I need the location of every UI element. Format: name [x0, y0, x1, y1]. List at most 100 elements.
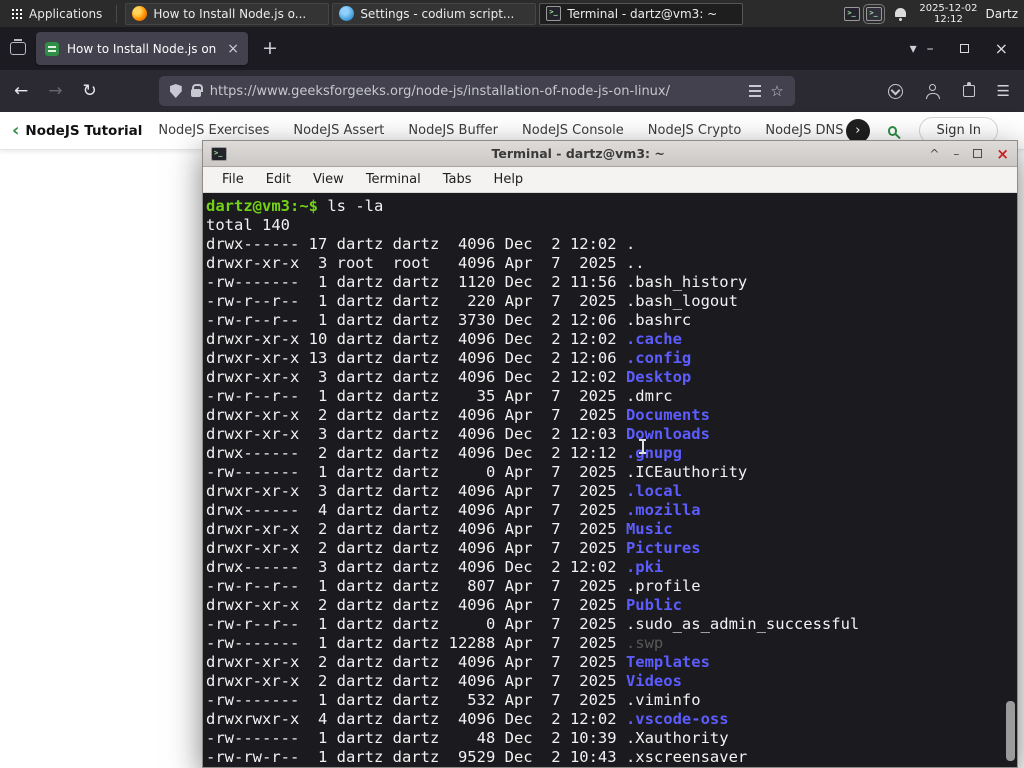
terminal-line: -rw-r--r-- 1 dartz dartz 3730 Dec 2 12:0… — [206, 311, 692, 329]
nav-item[interactable]: NodeJS DNS — [765, 123, 843, 138]
minimize-icon[interactable]: – — [927, 41, 934, 57]
terminal-lines: total 140 drwx------ 17 dartz dartz 4096 … — [206, 216, 1017, 767]
clock-time: 12:12 — [933, 13, 963, 25]
terminal-line: -rw-r--r-- 1 dartz dartz 807 Apr 7 2025 … — [206, 577, 701, 595]
terminal-line: drwxr-xr-x 2 dartz dartz 4096 Apr 7 2025… — [206, 596, 682, 614]
taskbar-window-title: How to Install Node.js o... — [153, 6, 307, 21]
close-icon[interactable]: × — [995, 39, 1008, 58]
nav-item[interactable]: NodeJS Exercises — [158, 123, 269, 138]
terminal-window-controls: ^ – × — [929, 145, 1009, 163]
taskbar-window-1[interactable]: How to Install Node.js o... — [125, 2, 330, 25]
terminal-line: -rw------- 1 dartz dartz 12288 Apr 7 202… — [206, 634, 664, 652]
desktop: Applications How to Install Node.js o...… — [0, 0, 1024, 768]
terminal-line: drwxr-xr-x 2 dartz dartz 4096 Apr 7 2025… — [206, 520, 673, 538]
notification-bell-icon[interactable] — [894, 8, 907, 21]
terminal-maximize-icon[interactable] — [973, 149, 983, 158]
panel-clock[interactable]: 2025-12-02 12:12 — [919, 3, 977, 25]
tab-close-icon[interactable]: × — [227, 42, 239, 56]
nav-item[interactable]: NodeJS Assert — [293, 123, 384, 138]
toolbar-right-icons: ☰ — [887, 82, 1010, 100]
nav-item[interactable]: NodeJS Console — [522, 123, 624, 138]
forward-icon[interactable]: → — [48, 81, 62, 101]
nav-scroll-left-icon[interactable]: ‹ — [12, 120, 19, 141]
tab-favicon — [45, 41, 59, 56]
search-icon[interactable] — [887, 125, 898, 136]
nav-scroll-right-icon[interactable]: › — [845, 118, 870, 143]
menu-view[interactable]: View — [302, 168, 355, 191]
extensions-icon[interactable] — [962, 82, 975, 97]
terminal-line: drwxrwxr-x 4 dartz dartz 4096 Dec 2 12:0… — [206, 710, 729, 728]
clock-date: 2025-12-02 — [919, 2, 978, 14]
applications-menu-button[interactable]: Applications — [6, 5, 108, 23]
terminal-title: Terminal - dartz@vm3: ~ — [491, 146, 665, 161]
terminal-window: Terminal - dartz@vm3: ~ ^ – × FileEditVi… — [202, 140, 1018, 768]
terminal-line: -rw-r--r-- 1 dartz dartz 220 Apr 7 2025 … — [206, 292, 738, 310]
taskbar-window-3[interactable]: Terminal - dartz@vm3: ~ — [539, 2, 744, 25]
terminal-menubar: File Edit View Terminal Tabs Help — [203, 167, 1017, 193]
terminal-line: -rw-r--r-- 1 dartz dartz 0 Apr 7 2025 .s… — [206, 615, 860, 633]
terminal-line: -rw-r--r-- 1 dartz dartz 35 Apr 7 2025 .… — [206, 387, 673, 405]
list-all-tabs-icon[interactable]: ▾ — [910, 42, 917, 56]
menu-icon[interactable]: ☰ — [997, 82, 1010, 100]
lock-icon[interactable] — [190, 84, 204, 97]
menu-file[interactable]: File — [211, 168, 255, 191]
terminal-output[interactable]: dartz@vm3:~$ ls -la total 140 drwx------ … — [203, 193, 1017, 767]
terminal-line: total 140 — [206, 216, 290, 234]
reader-mode-icon[interactable] — [749, 85, 762, 97]
terminal-prompt-line: dartz@vm3:~$ ls -la — [206, 197, 1017, 216]
tray-terminal-active-icon[interactable] — [863, 3, 886, 24]
terminal-line: drwx------ 4 dartz dartz 4096 Apr 7 2025… — [206, 501, 701, 519]
panel-separator — [116, 4, 118, 23]
terminal-line: -rw------- 1 dartz dartz 1120 Dec 2 11:5… — [206, 273, 748, 291]
terminal-line: drwxr-xr-x 2 dartz dartz 4096 Apr 7 2025… — [206, 672, 682, 690]
tray-terminal-icon[interactable] — [844, 6, 861, 21]
pocket-icon[interactable] — [887, 83, 903, 99]
menu-help[interactable]: Help — [483, 168, 535, 191]
menu-tabs[interactable]: Tabs — [432, 168, 483, 191]
new-tab-button[interactable]: + — [258, 39, 282, 58]
terminal-titlebar[interactable]: Terminal - dartz@vm3: ~ ^ – × — [203, 141, 1017, 167]
terminal-line: drwxr-xr-x 2 dartz dartz 4096 Apr 7 2025… — [206, 539, 701, 557]
menu-terminal[interactable]: Terminal — [355, 168, 432, 191]
panel-user-label[interactable]: Dartz — [985, 7, 1018, 21]
taskbar-window-2[interactable]: Settings - codium script... — [332, 2, 537, 25]
terminal-line: drwx------ 2 dartz dartz 4096 Dec 2 12:1… — [206, 444, 682, 462]
taskbar-window-title: Terminal - dartz@vm3: ~ — [567, 6, 718, 21]
firefox-icon — [132, 6, 148, 21]
text-cursor-icon — [638, 439, 647, 454]
terminal-line: drwxr-xr-x 3 root root 4096 Apr 7 2025 .… — [206, 254, 645, 272]
nav-item[interactable]: NodeJS Buffer — [408, 123, 498, 138]
maximize-icon[interactable] — [959, 44, 969, 53]
browser-tab[interactable]: How to Install Node.js on × — [36, 32, 248, 65]
applications-grid-icon — [12, 8, 22, 19]
terminal-prompt: dartz@vm3:~$ — [206, 197, 318, 215]
terminal-line: drwxr-xr-x 2 dartz dartz 4096 Apr 7 2025… — [206, 406, 710, 424]
reload-icon[interactable]: ↻ — [83, 81, 97, 101]
terminal-command: ls -la — [327, 197, 384, 215]
terminal-icon — [546, 6, 562, 21]
tab-title: How to Install Node.js on — [67, 41, 217, 56]
terminal-line: drwx------ 17 dartz dartz 4096 Dec 2 12:… — [206, 235, 636, 253]
bookmark-star-icon[interactable]: ☆ — [770, 82, 783, 100]
terminal-line: drwxr-xr-x 10 dartz dartz 4096 Dec 2 12:… — [206, 330, 682, 348]
url-bar[interactable]: https://www.geeksforgeeks.org/node-js/in… — [158, 76, 795, 106]
applications-label: Applications — [29, 6, 103, 21]
terminal-close-icon[interactable]: × — [996, 145, 1009, 163]
terminal-minimize-icon[interactable]: – — [953, 147, 959, 161]
desktop-panel: Applications How to Install Node.js o...… — [0, 0, 1024, 27]
terminal-scrollbar-thumb[interactable] — [1006, 701, 1015, 761]
firefox-view-icon[interactable] — [10, 39, 26, 55]
back-icon[interactable]: ← — [14, 81, 28, 101]
nav-item[interactable]: NodeJS Crypto — [648, 123, 742, 138]
url-text[interactable]: https://www.geeksforgeeks.org/node-js/in… — [210, 84, 741, 99]
nav-back-title[interactable]: NodeJS Tutorial — [25, 123, 142, 139]
terminal-line: drwxr-xr-x 2 dartz dartz 4096 Apr 7 2025… — [206, 653, 710, 671]
menu-edit[interactable]: Edit — [255, 168, 302, 191]
terminal-line: -rw------- 1 dartz dartz 48 Dec 2 10:39 … — [206, 729, 729, 747]
shade-icon[interactable]: ^ — [929, 147, 939, 161]
terminal-line: -rw------- 1 dartz dartz 0 Apr 7 2025 .I… — [206, 463, 748, 481]
settings-icon — [339, 6, 355, 21]
account-icon[interactable] — [925, 83, 941, 99]
tracking-shield-icon[interactable] — [169, 84, 182, 98]
terminal-line: drwxr-xr-x 13 dartz dartz 4096 Dec 2 12:… — [206, 349, 692, 367]
